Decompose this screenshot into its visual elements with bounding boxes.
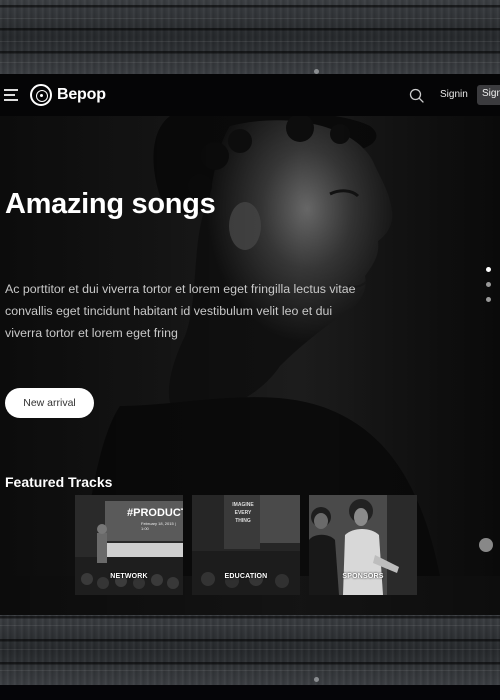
featured-tracks-title: Featured Tracks bbox=[5, 474, 113, 490]
slider-dots bbox=[486, 267, 491, 312]
brand-name[interactable]: Bepop bbox=[57, 86, 106, 104]
hero-section: Amazing songs Ac porttitor et dui viverr… bbox=[0, 116, 500, 615]
wood-background-top bbox=[0, 0, 500, 74]
sponsors-people-photo bbox=[309, 495, 417, 595]
search-icon[interactable] bbox=[409, 88, 424, 103]
slider-dot-1[interactable] bbox=[486, 267, 491, 272]
wood-background-bottom bbox=[0, 615, 500, 685]
card-overlay-subtext: February 18, 2015 | 1:00 bbox=[141, 521, 176, 531]
featured-tracks-row: #PRODUCT February 18, 2015 | 1:00 NETWOR… bbox=[75, 495, 417, 595]
page-bottom-bar bbox=[0, 685, 500, 700]
top-navbar: Bepop Signin Signup bbox=[0, 74, 500, 116]
card-overlay-text: IMAGINE EVERY THING bbox=[232, 502, 254, 524]
card-overlay-text: #PRODUCT bbox=[127, 507, 183, 519]
slider-dot-2[interactable] bbox=[486, 282, 491, 287]
track-card-sponsors[interactable]: SPONSORS bbox=[309, 495, 417, 595]
new-arrival-button[interactable]: New arrival bbox=[5, 388, 94, 418]
hero-title: Amazing songs bbox=[5, 188, 216, 220]
track-card-network[interactable]: #PRODUCT February 18, 2015 | 1:00 NETWOR… bbox=[75, 495, 183, 595]
track-card-education[interactable]: IMAGINE EVERY THING EDUCATION bbox=[192, 495, 300, 595]
vinyl-logo-icon[interactable] bbox=[30, 84, 52, 106]
track-card-label: SPONSORS bbox=[342, 573, 384, 580]
menu-icon[interactable] bbox=[4, 89, 18, 101]
track-card-label: EDUCATION bbox=[224, 573, 268, 580]
signup-button[interactable]: Signup bbox=[477, 85, 500, 105]
track-card-label: NETWORK bbox=[110, 573, 148, 580]
hero-description: Ac porttitor et dui viverra tortor et lo… bbox=[5, 282, 356, 340]
slider-dot-3[interactable] bbox=[486, 297, 491, 302]
scroll-next-button[interactable] bbox=[479, 538, 493, 552]
signin-link[interactable]: Signin bbox=[440, 89, 468, 100]
